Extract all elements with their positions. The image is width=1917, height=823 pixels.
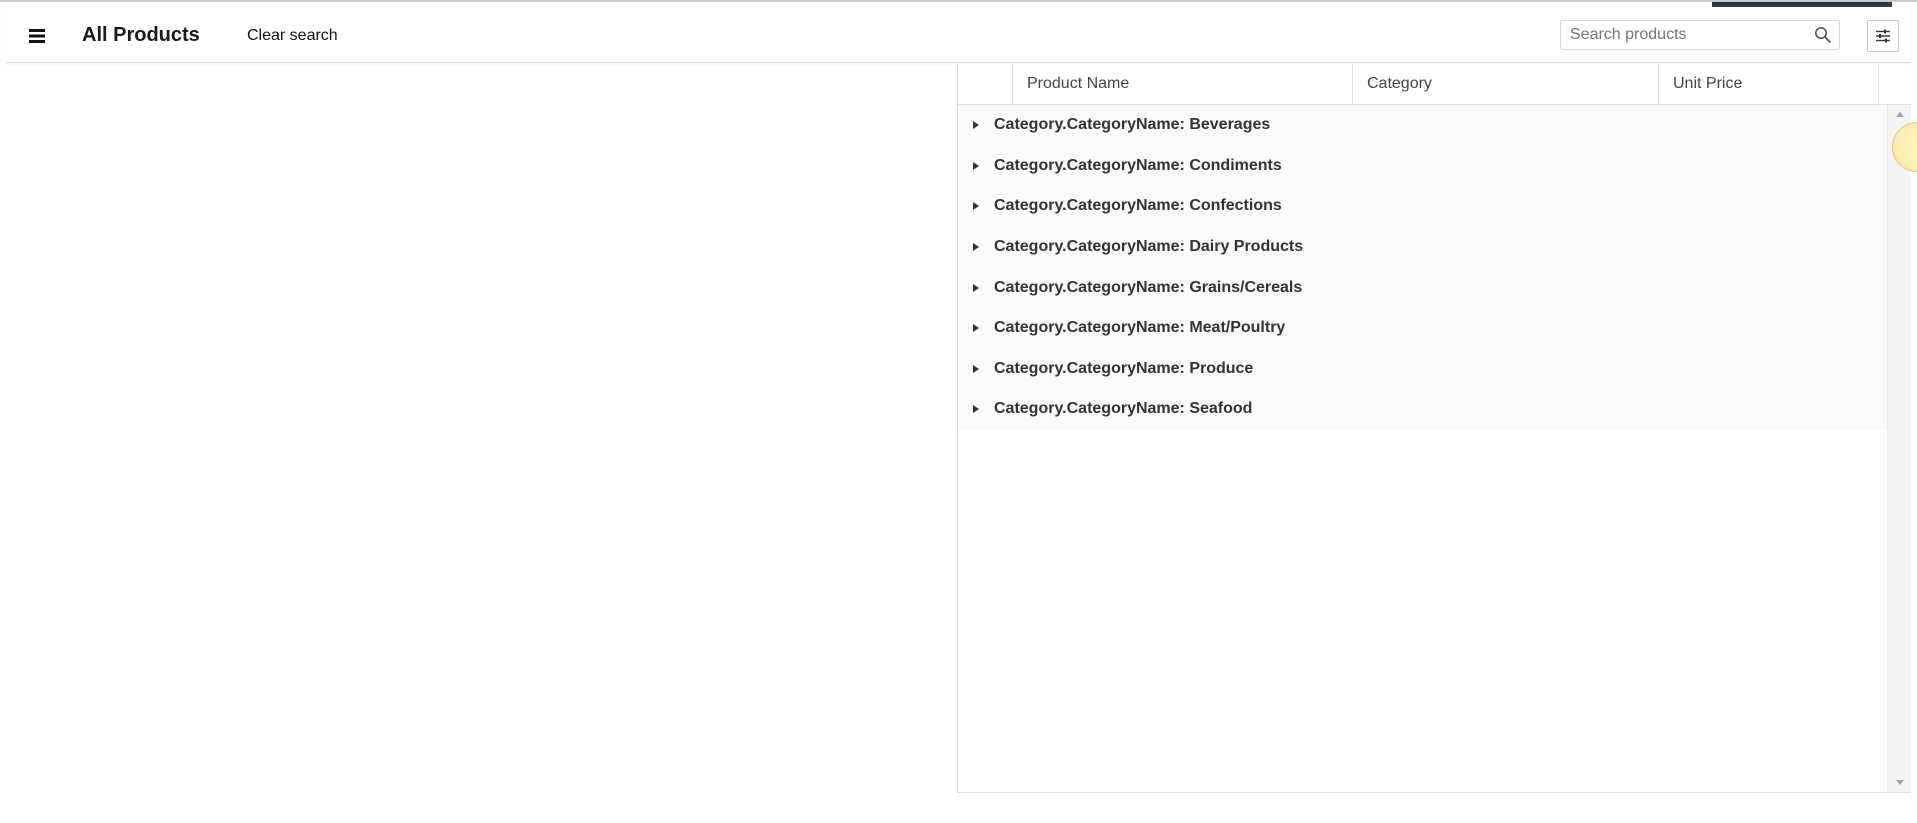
hamburger-menu-icon (29, 29, 45, 43)
expand-caret-icon[interactable] (973, 243, 979, 252)
group-label: Category.CategoryName: Beverages (994, 116, 1271, 134)
group-row[interactable]: Category.CategoryName: Produce (958, 348, 1887, 390)
expand-caret-icon[interactable] (973, 405, 979, 414)
group-row[interactable]: Category.CategoryName: Beverages (958, 105, 1887, 146)
group-label: Category.CategoryName: Produce (994, 359, 1254, 377)
group-indent-header (958, 64, 1013, 104)
group-label: Category.CategoryName: Confections (994, 197, 1282, 215)
search-box (1560, 20, 1840, 50)
sliders-icon (1876, 29, 1890, 43)
expand-caret-icon[interactable] (973, 283, 979, 292)
group-label: Category.CategoryName: Dairy Products (994, 238, 1304, 256)
column-header-unit-price[interactable]: Unit Price (1659, 64, 1879, 104)
clear-search-button[interactable]: Clear search (247, 25, 338, 47)
grid-header: Product Name Category Unit Price (958, 64, 1911, 105)
search-icon[interactable] (1814, 26, 1832, 44)
column-settings-button[interactable] (1867, 20, 1899, 52)
search-input[interactable] (1561, 21, 1810, 49)
group-row[interactable]: Category.CategoryName: Seafood (958, 389, 1887, 430)
group-label: Category.CategoryName: Condiments (994, 156, 1282, 174)
expand-caret-icon[interactable] (973, 324, 979, 333)
column-header-product-name[interactable]: Product Name (1013, 64, 1353, 104)
column-header-category[interactable]: Category (1353, 64, 1659, 104)
scroll-down-arrow-icon[interactable] (1896, 780, 1904, 785)
group-row[interactable]: Category.CategoryName: Dairy Products (958, 226, 1887, 268)
expand-caret-icon[interactable] (973, 121, 979, 130)
expand-caret-icon[interactable] (973, 161, 979, 170)
app-header: All Products Clear search (6, 8, 1911, 63)
group-label: Category.CategoryName: Meat/Poultry (994, 319, 1286, 337)
expand-caret-icon[interactable] (973, 202, 979, 211)
group-label: Category.CategoryName: Seafood (994, 400, 1253, 418)
vertical-scrollbar[interactable] (1887, 105, 1911, 792)
group-row[interactable]: Category.CategoryName: Condiments (958, 145, 1887, 187)
header-scroll-spacer (1879, 64, 1911, 104)
menu-button[interactable] (20, 22, 54, 50)
group-label: Category.CategoryName: Grains/Cereals (994, 278, 1303, 296)
group-row[interactable]: Category.CategoryName: Grains/Cereals (958, 267, 1887, 308)
group-row[interactable]: Category.CategoryName: Confections (958, 186, 1887, 227)
expand-caret-icon[interactable] (973, 364, 979, 373)
grid-body: Category.CategoryName: Beverages Categor… (958, 105, 1887, 792)
top-accent-bar (1712, 2, 1892, 7)
products-grid: Product Name Category Unit Price Categor… (957, 64, 1911, 793)
scroll-up-arrow-icon[interactable] (1896, 112, 1904, 117)
group-row[interactable]: Category.CategoryName: Meat/Poultry (958, 307, 1887, 349)
top-divider (0, 0, 1917, 2)
page-title: All Products (82, 24, 200, 46)
